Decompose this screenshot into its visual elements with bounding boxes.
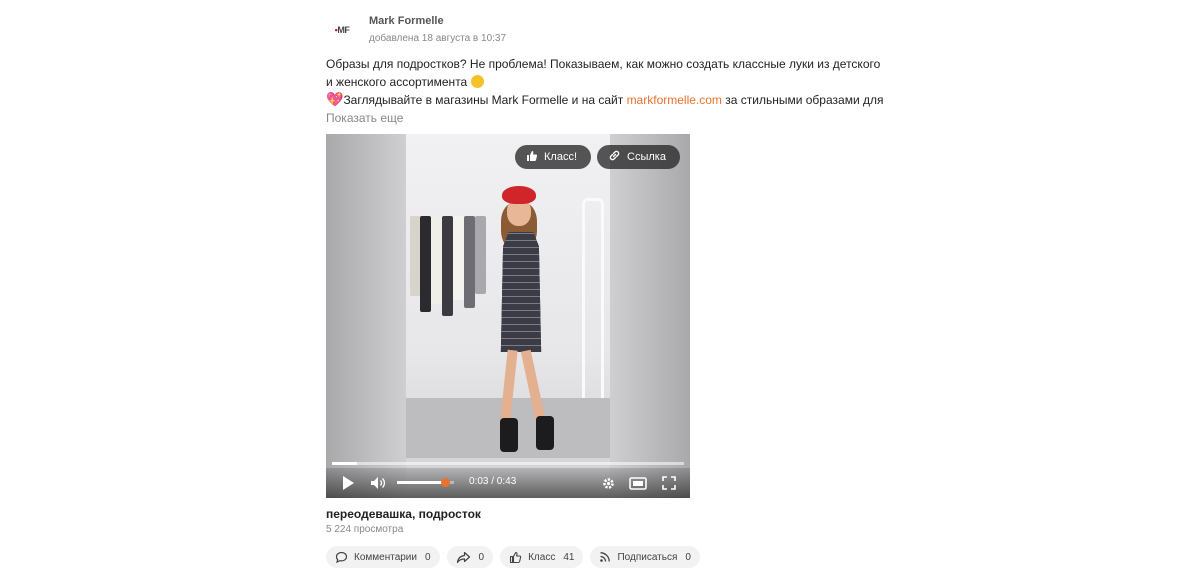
- plaid-dress: [500, 232, 542, 352]
- post-date: добавлена 18 августа в 10:37: [369, 33, 507, 44]
- subscribe-label: Подписаться: [617, 551, 678, 563]
- avatar[interactable]: ▪MF: [326, 14, 358, 46]
- post-header: ▪MF Mark Formelle добавлена 18 августа в…: [326, 10, 886, 50]
- volume-slider[interactable]: [397, 478, 454, 487]
- klass-count: 41: [563, 551, 575, 563]
- video-link-label: Ссылка: [627, 151, 666, 163]
- clothing-rack: [406, 206, 496, 316]
- video-progress-bar[interactable]: [332, 462, 684, 465]
- share-count: 0: [478, 551, 485, 563]
- comments-count: 0: [424, 551, 431, 563]
- volume-icon[interactable]: [369, 474, 387, 492]
- video-klass-label: Класс!: [544, 151, 577, 163]
- volume-knob[interactable]: [441, 478, 451, 487]
- post-actions: Комментарии 0 0 Класс 41 Подписаться 0: [326, 546, 700, 568]
- video-title[interactable]: переодевашка, подросток: [326, 507, 481, 521]
- post-text-line-1: Образы для подростков? Не проблема! Пока…: [326, 57, 881, 71]
- video-link-button[interactable]: Ссылка: [597, 145, 680, 169]
- subscribe-button[interactable]: Подписаться 0: [590, 546, 700, 568]
- sparkling-heart-emoji-icon: 💖: [326, 91, 344, 107]
- video-frame: [406, 134, 610, 498]
- video-progress-fill: [332, 462, 357, 465]
- site-link[interactable]: markformelle.com: [627, 93, 722, 107]
- comment-icon: [335, 551, 348, 564]
- volume-fill: [397, 481, 446, 484]
- comments-button[interactable]: Комментарии 0: [326, 546, 440, 568]
- video-controls: 0:03 / 0:43 HD: [326, 468, 690, 498]
- thumbs-up-icon: [509, 551, 522, 564]
- post-text: Образы для подростков? Не проблема! Пока…: [326, 56, 886, 110]
- video-blur-right: [610, 134, 690, 498]
- miniplayer-icon[interactable]: [629, 474, 647, 492]
- post-text-line-2: и женского ассортимента: [326, 74, 886, 92]
- post-text-line-3: 💖Заглядывайте в магазины Mark Formelle и…: [326, 91, 884, 107]
- settings-icon[interactable]: HD: [599, 474, 617, 492]
- klass-button[interactable]: Класс 41: [500, 546, 584, 568]
- share-button[interactable]: 0: [446, 546, 494, 568]
- subscribe-icon: [599, 551, 611, 563]
- avatar-logo: ▪MF: [334, 25, 350, 35]
- link-icon: [608, 149, 621, 165]
- comments-label: Комментарии: [354, 551, 417, 563]
- thumbs-up-icon: [526, 150, 538, 165]
- video-klass-button[interactable]: Класс!: [515, 145, 591, 169]
- video-player[interactable]: Класс! Ссылка 0:03 / 0:43: [326, 134, 690, 498]
- klass-label: Класс: [528, 551, 556, 563]
- show-more-link[interactable]: Показать еще: [326, 111, 403, 125]
- play-icon[interactable]: [339, 474, 357, 492]
- fullscreen-icon[interactable]: [660, 474, 678, 492]
- video-views: 5 224 просмотра: [326, 524, 404, 535]
- video-time: 0:03 / 0:43: [469, 476, 517, 487]
- video-blur-left: [326, 134, 406, 498]
- author-name[interactable]: Mark Formelle: [369, 15, 444, 27]
- share-icon: [456, 551, 471, 564]
- grin-emoji-icon: [470, 74, 484, 88]
- red-beret: [502, 186, 536, 204]
- subscribe-count: 0: [685, 551, 691, 563]
